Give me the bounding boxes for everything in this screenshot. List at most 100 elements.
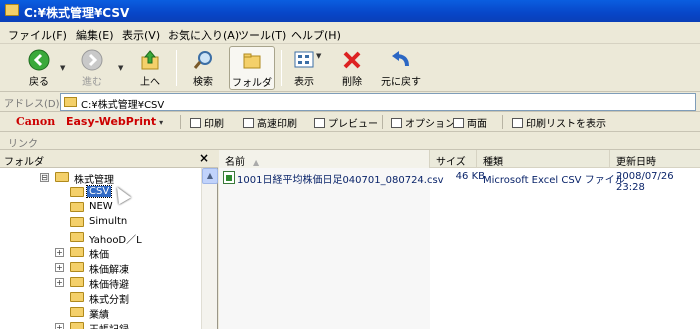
preview-button[interactable]: プレビュー — [314, 115, 378, 130]
scroll-up-icon[interactable]: ▲ — [202, 168, 218, 184]
duplex-button[interactable]: 両面 — [453, 115, 487, 130]
fast-print-label: 高速印刷 — [257, 119, 297, 130]
tree-node-label: 業績 — [89, 310, 109, 321]
folder-icon — [70, 322, 84, 329]
back-label: 戻る — [29, 77, 49, 88]
menu-tools[interactable]: ツール(T) — [238, 27, 286, 43]
folder-open-icon — [55, 172, 69, 182]
address-value: C:¥株式管理¥CSV — [81, 100, 165, 111]
options-button[interactable]: オプション — [391, 115, 455, 130]
tree-scrollbar[interactable]: ▲ — [201, 168, 218, 329]
folders-label: フォルダ — [232, 78, 272, 89]
print-label: 印刷 — [204, 119, 224, 130]
expand-icon[interactable]: + — [55, 323, 64, 329]
checkbox-icon — [391, 118, 402, 128]
folder-icon — [70, 277, 84, 287]
tree-node-label: 株式分割 — [89, 295, 129, 306]
back-button[interactable]: 戻る — [22, 46, 56, 90]
folder-icon — [5, 4, 19, 16]
delete-button[interactable]: 削除 — [335, 46, 369, 90]
column-size-label: サイズ — [436, 157, 466, 168]
views-label: 表示 — [294, 77, 314, 88]
folder-icon — [70, 262, 84, 272]
printer-icon — [243, 118, 254, 128]
menu-view[interactable]: 表示(V) — [122, 27, 160, 43]
options-label: オプション — [405, 119, 455, 130]
expand-icon[interactable]: + — [55, 278, 64, 287]
column-modified-label: 更新日時 — [616, 157, 656, 168]
tree-node-label: 株価 — [89, 250, 109, 261]
duplex-icon — [453, 118, 464, 128]
expand-icon[interactable]: + — [55, 263, 64, 272]
tree-node-label: 株式管理 — [74, 175, 114, 186]
tree-node-label: NEW — [89, 201, 113, 212]
delete-x-icon — [343, 51, 361, 69]
column-header-name[interactable]: 名前 ▲ — [219, 150, 430, 168]
forward-dropdown-icon[interactable]: ▼ — [118, 64, 123, 72]
undo-label: 元に戻す — [381, 77, 421, 88]
folder-icon — [70, 202, 84, 212]
undo-icon — [392, 51, 409, 67]
file-row[interactable]: 1001日経平均株価日足040701_080724.csv 46 KB Micr… — [219, 170, 700, 193]
folder-icon — [70, 247, 84, 257]
search-label: 検索 — [193, 77, 213, 88]
menu-help[interactable]: ヘルプ(H) — [291, 27, 341, 43]
back-arrow-icon — [28, 49, 50, 71]
forward-button[interactable]: 進む — [75, 46, 109, 90]
folders-button[interactable]: フォルダ — [229, 46, 275, 90]
column-headers: 名前 ▲ サイズ 種類 更新日時 — [219, 150, 700, 168]
views-icon — [294, 51, 314, 68]
column-name-label: 名前 — [225, 157, 245, 168]
list-icon — [512, 118, 523, 128]
search-button[interactable]: 検索 — [185, 46, 221, 90]
tree-node-label: 株価待避 — [89, 280, 129, 291]
folders-icon — [243, 53, 261, 69]
standard-toolbar: 戻る ▼ 進む ▼ 上へ 検索 フォルダ 表示 ▼ 削除 元に戻す — [0, 44, 700, 92]
folder-pane-header: フォルダ × — [0, 150, 218, 168]
folder-icon — [70, 232, 84, 242]
fast-print-button[interactable]: 高速印刷 — [243, 115, 297, 130]
expand-icon[interactable]: + — [55, 248, 64, 257]
column-header-type[interactable]: 種類 — [477, 150, 610, 168]
column-type-label: 種類 — [483, 157, 503, 168]
tree-node-label: 玉帳記録 — [87, 321, 131, 329]
views-dropdown-icon[interactable]: ▼ — [316, 52, 321, 60]
folder-pane: フォルダ × ⊟ 株式管理 CSV NEW Simultn YahooD／L +… — [0, 150, 218, 329]
print-list-button[interactable]: 印刷リストを表示 — [512, 115, 606, 130]
menu-favorites[interactable]: お気に入り(A) — [168, 27, 239, 43]
links-label: リンク — [8, 139, 38, 150]
printer-icon — [190, 118, 201, 128]
tree-node-label: 株価解凍 — [89, 265, 129, 276]
sorted-column-highlight — [219, 168, 430, 329]
excel-csv-icon — [223, 171, 235, 184]
print-button[interactable]: 印刷 — [190, 115, 224, 130]
column-header-size[interactable]: サイズ — [430, 150, 477, 168]
collapse-icon[interactable]: ⊟ — [40, 173, 49, 182]
file-list-pane: 名前 ▲ サイズ 種類 更新日時 1001日経平均株価日足040701_08072… — [219, 150, 700, 329]
address-label: アドレス(D) — [4, 99, 60, 110]
back-dropdown-icon[interactable]: ▼ — [60, 64, 65, 72]
preview-label: プレビュー — [328, 119, 378, 130]
folder-icon — [70, 307, 84, 317]
menu-edit[interactable]: 編集(E) — [76, 27, 114, 43]
toolbar-separator — [281, 50, 282, 86]
window-title: C:¥株式管理¥CSV — [24, 6, 130, 20]
up-label: 上へ — [140, 77, 160, 88]
delete-label: 削除 — [342, 77, 362, 88]
address-field[interactable]: C:¥株式管理¥CSV — [60, 93, 696, 111]
folder-open-icon — [70, 187, 84, 197]
tree-node-label: YahooD／L — [89, 235, 142, 246]
undo-button[interactable]: 元に戻す — [378, 46, 424, 90]
column-header-modified[interactable]: 更新日時 — [610, 150, 700, 168]
preview-icon — [314, 118, 325, 128]
search-icon — [193, 51, 212, 69]
menu-file[interactable]: ファイル(F) — [8, 27, 67, 43]
close-icon[interactable]: × — [199, 151, 209, 165]
print-list-label: 印刷リストを表示 — [526, 119, 606, 130]
up-button[interactable]: 上へ — [131, 46, 169, 90]
tree-node-label: CSV — [85, 185, 113, 198]
toolbar-separator — [382, 115, 383, 129]
folder-up-icon — [141, 50, 159, 70]
easy-webprint-menu[interactable]: Easy-WebPrint ▾ — [66, 115, 163, 128]
forward-arrow-icon — [81, 49, 103, 71]
